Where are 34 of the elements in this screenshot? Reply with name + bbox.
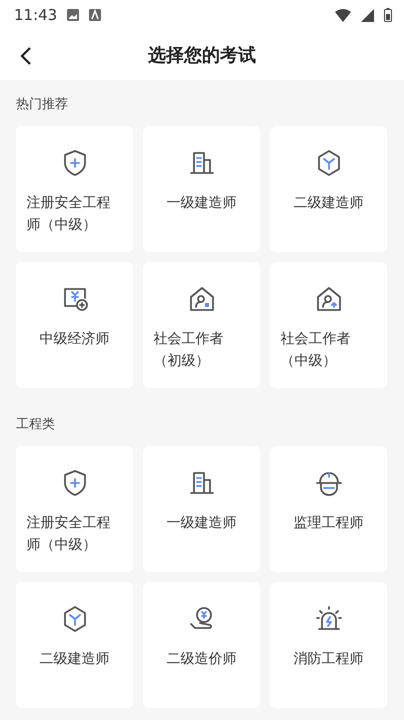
exam-name: 二级建造师 <box>40 650 110 669</box>
back-icon <box>20 46 32 66</box>
exam-card[interactable]: 二级建造师 <box>16 582 133 708</box>
exam-card[interactable]: 一级建造师 <box>143 126 260 252</box>
exam-card[interactable]: 社会工作者（初级） <box>143 262 260 388</box>
exam-name: 注册安全工程师（中级） <box>26 194 112 235</box>
exam-card[interactable]: 一级建造师 <box>143 446 260 572</box>
exam-name: 中级经济师 <box>40 330 110 349</box>
signal-icon <box>361 8 374 22</box>
exam-name: 社会工作者（中级） <box>280 330 352 371</box>
exam-card[interactable]: 中级经济师 <box>16 262 133 388</box>
exam-card[interactable]: 消防工程师 <box>270 582 387 708</box>
section-title: 热门推荐 <box>16 96 69 114</box>
exam-name: 消防工程师 <box>294 650 364 669</box>
page-title: 选择您的考试 <box>148 44 256 67</box>
exam-card[interactable]: 二级造价师 <box>143 582 260 708</box>
exam-name: 一级建造师 <box>166 514 236 533</box>
section-title: 工程类 <box>16 416 56 434</box>
exam-name: 二级建造师 <box>294 194 364 213</box>
image-icon <box>67 9 80 21</box>
exam-name: 注册安全工程师（中级） <box>26 514 112 555</box>
exam-name: 一级建造师 <box>166 194 236 213</box>
notification-icon <box>89 9 102 21</box>
wifi-icon <box>335 8 351 22</box>
exam-name: 监理工程师 <box>294 514 364 533</box>
status-time: 11:43 <box>14 6 58 24</box>
exam-card[interactable]: 社会工作者（中级） <box>270 262 387 388</box>
exam-card[interactable]: 注册安全工程师（中级） <box>16 126 133 252</box>
exam-card[interactable]: 监理工程师 <box>270 446 387 572</box>
exam-name: 二级造价师 <box>166 650 236 669</box>
exam-card[interactable]: 注册安全工程师（中级） <box>16 446 133 572</box>
battery-icon <box>384 8 392 22</box>
exam-card[interactable]: 二级建造师 <box>270 126 387 252</box>
exam-name: 社会工作者（初级） <box>154 330 224 371</box>
